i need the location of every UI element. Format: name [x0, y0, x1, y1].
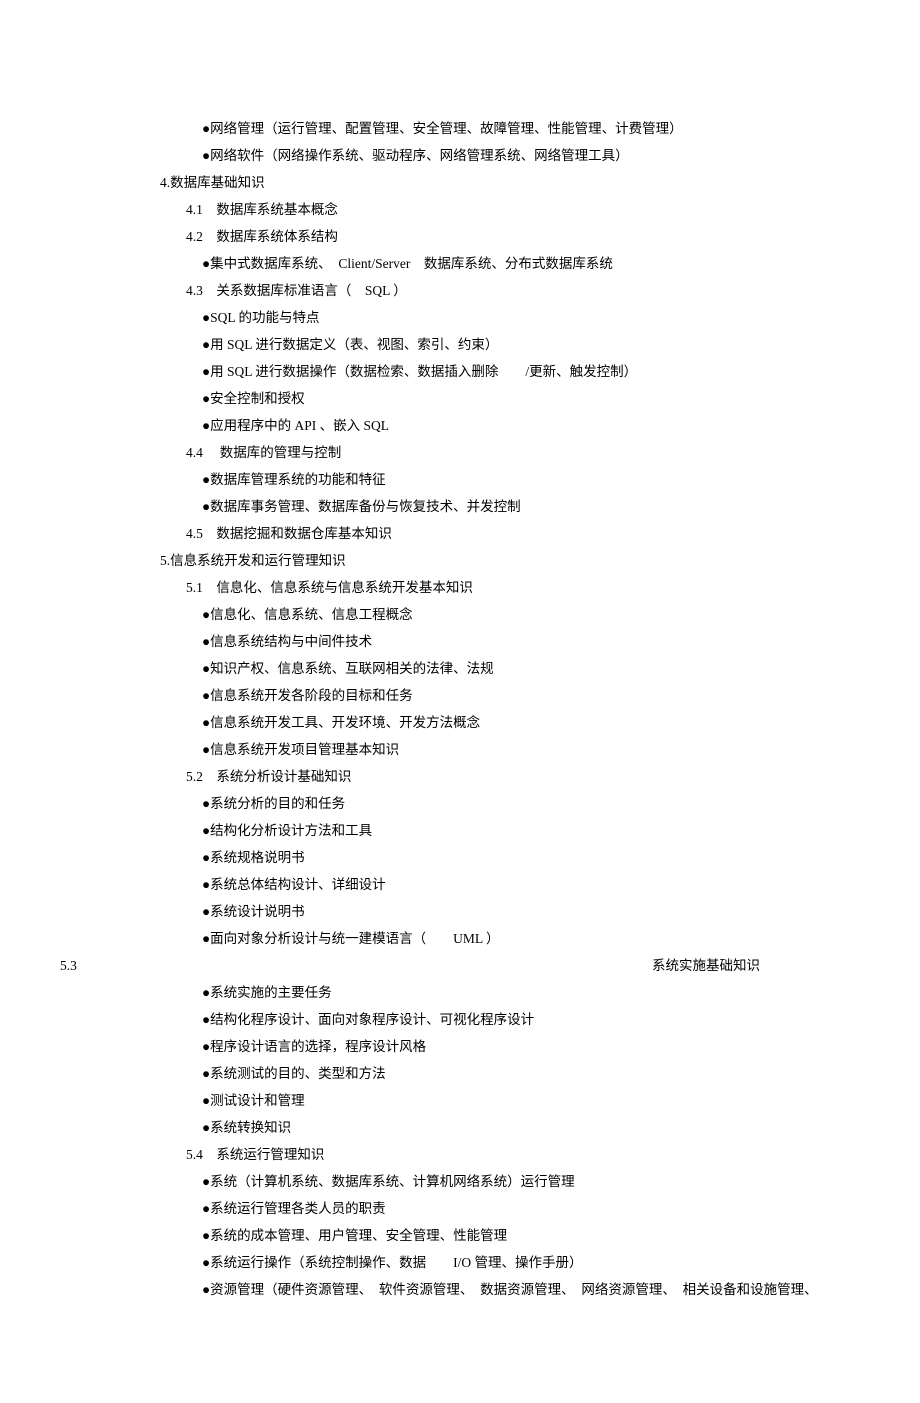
- text-line: ●系统总体结构设计、详细设计: [60, 871, 860, 898]
- text-line: ●系统运行管理各类人员的职责: [60, 1195, 860, 1222]
- text-line: 5.2 系统分析设计基础知识: [60, 763, 860, 790]
- text-line: ●资源管理（硬件资源管理、 软件资源管理、 数据资源管理、 网络资源管理、 相关…: [60, 1276, 860, 1303]
- text-line: ●信息系统开发各阶段的目标和任务: [60, 682, 860, 709]
- text-line: ●安全控制和授权: [60, 385, 860, 412]
- section-number: 5.3: [60, 952, 77, 979]
- text-line: 4.1 数据库系统基本概念: [60, 196, 860, 223]
- text-line: ●测试设计和管理: [60, 1087, 860, 1114]
- text-line: 4.数据库基础知识: [60, 169, 860, 196]
- text-line: ●网络软件（网络操作系统、驱动程序、网络管理系统、网络管理工具）: [60, 142, 860, 169]
- text-line: ●系统的成本管理、用户管理、安全管理、性能管理: [60, 1222, 860, 1249]
- text-line: ●知识产权、信息系统、互联网相关的法律、法规: [60, 655, 860, 682]
- text-line: ●结构化程序设计、面向对象程序设计、可视化程序设计: [60, 1006, 860, 1033]
- text-line: 4.3 关系数据库标准语言（ SQL ）: [60, 277, 860, 304]
- text-line: ●用 SQL 进行数据操作（数据检索、数据插入删除 /更新、触发控制）: [60, 358, 860, 385]
- text-line: ●系统（计算机系统、数据库系统、计算机网络系统）运行管理: [60, 1168, 860, 1195]
- text-line: ●系统运行操作（系统控制操作、数据 I/O 管理、操作手册）: [60, 1249, 860, 1276]
- text-line: ●数据库事务管理、数据库备份与恢复技术、并发控制: [60, 493, 860, 520]
- text-line: 5.4 系统运行管理知识: [60, 1141, 860, 1168]
- text-line: 5.信息系统开发和运行管理知识: [60, 547, 860, 574]
- text-line: ●系统分析的目的和任务: [60, 790, 860, 817]
- document-body: ●网络管理（运行管理、配置管理、安全管理、故障管理、性能管理、计费管理）●网络软…: [60, 115, 860, 1303]
- text-line: 4.2 数据库系统体系结构: [60, 223, 860, 250]
- text-line: ●应用程序中的 API 、嵌入 SQL: [60, 412, 860, 439]
- text-line: ●系统设计说明书: [60, 898, 860, 925]
- text-line: 5.3 系统实施基础知识: [60, 952, 760, 979]
- text-line: ●信息系统开发工具、开发环境、开发方法概念: [60, 709, 860, 736]
- text-line: 4.4 数据库的管理与控制: [60, 439, 860, 466]
- text-line: ●系统转换知识: [60, 1114, 860, 1141]
- section-title: 系统实施基础知识: [652, 952, 760, 979]
- text-line: ●程序设计语言的选择，程序设计风格: [60, 1033, 860, 1060]
- text-line: ●SQL 的功能与特点: [60, 304, 860, 331]
- text-line: ●系统规格说明书: [60, 844, 860, 871]
- text-line: ●数据库管理系统的功能和特征: [60, 466, 860, 493]
- text-line: ●集中式数据库系统、 Client/Server 数据库系统、分布式数据库系统: [60, 250, 860, 277]
- text-line: ●面向对象分析设计与统一建模语言（ UML ）: [60, 925, 860, 952]
- text-line: ●信息化、信息系统、信息工程概念: [60, 601, 860, 628]
- text-line: ●网络管理（运行管理、配置管理、安全管理、故障管理、性能管理、计费管理）: [60, 115, 860, 142]
- text-line: ●用 SQL 进行数据定义（表、视图、索引、约束）: [60, 331, 860, 358]
- text-line: 4.5 数据挖掘和数据仓库基本知识: [60, 520, 860, 547]
- text-line: ●结构化分析设计方法和工具: [60, 817, 860, 844]
- text-line: ●系统测试的目的、类型和方法: [60, 1060, 860, 1087]
- text-line: ●系统实施的主要任务: [60, 979, 860, 1006]
- text-line: ●信息系统结构与中间件技术: [60, 628, 860, 655]
- text-line: ●信息系统开发项目管理基本知识: [60, 736, 860, 763]
- text-line: 5.1 信息化、信息系统与信息系统开发基本知识: [60, 574, 860, 601]
